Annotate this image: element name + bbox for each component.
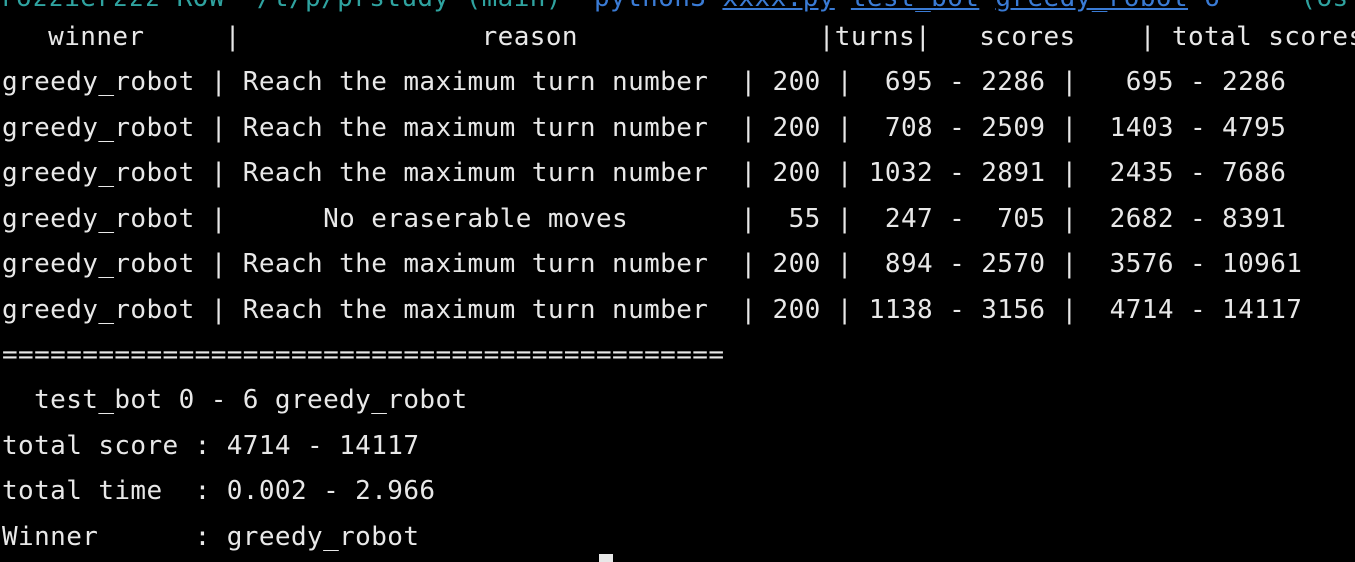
prompt-user: rozzierzzz ROW ~/t/p/prstudy — [0, 0, 450, 13]
table-row: greedy_robot | Reach the maximum turn nu… — [2, 158, 1287, 188]
match-summary: test_bot 0 - 6 greedy_robot — [2, 385, 468, 415]
prompt-branch: (main) — [466, 0, 562, 13]
total-time-line: total time : 0.002 - 2.966 — [2, 476, 436, 506]
prompt-script: xxxx.py — [722, 0, 834, 13]
shell-prompt: rozzierzzz ROW ~/t/p/prstudy (main) pyth… — [0, 0, 1349, 14]
table-header: winner | reason |turns| scores | total s… — [0, 22, 1355, 52]
table-row: greedy_robot | No eraserable moves | 55 … — [2, 204, 1287, 234]
prompt-command: python3 — [594, 0, 706, 13]
table-row: greedy_robot | Reach the maximum turn nu… — [2, 113, 1287, 143]
terminal-window[interactable]: rozzierzzz ROW ~/t/p/prstudy (main) pyth… — [0, 0, 1355, 562]
table-row: greedy_robot | Reach the maximum turn nu… — [2, 67, 1287, 97]
prompt-extra: 6 — [1204, 0, 1220, 13]
prompt-arg2: greedy_robot — [995, 0, 1188, 13]
table-row: greedy_robot | Reach the maximum turn nu… — [2, 249, 1303, 279]
prompt-arg1: test_bot — [851, 0, 979, 13]
total-score-line: total score : 4714 - 14117 — [2, 431, 420, 461]
prompt-tail: (os — [1300, 0, 1348, 13]
separator-line: ========================================… — [2, 340, 725, 370]
terminal-cursor — [599, 554, 613, 562]
table-row: greedy_robot | Reach the maximum turn nu… — [2, 295, 1303, 325]
winner-line: Winner : greedy_robot — [2, 522, 420, 552]
